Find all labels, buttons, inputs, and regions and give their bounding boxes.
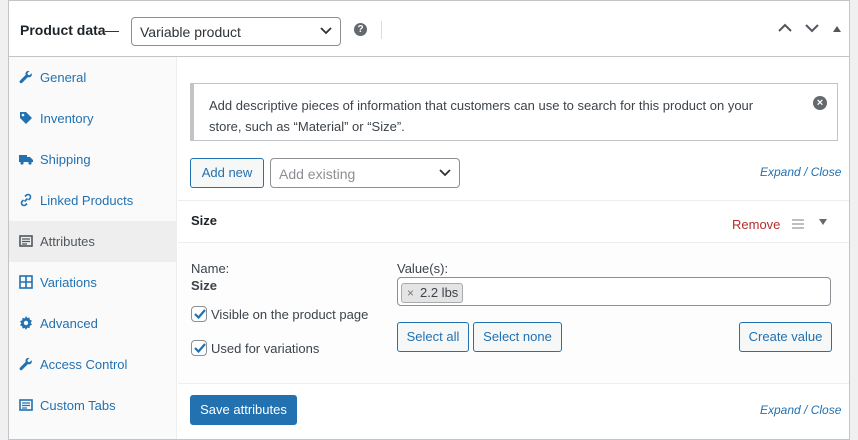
used-for-variations-label: Used for variations [211, 341, 320, 356]
remove-attribute-link[interactable]: Remove [732, 217, 780, 232]
move-down-icon[interactable] [805, 23, 819, 33]
gear-icon [20, 316, 32, 330]
select-all-button[interactable]: Select all [397, 322, 469, 352]
value-chip-label: 2.2 lbs [420, 285, 459, 300]
header-divider [381, 21, 382, 39]
create-value-button[interactable]: Create value [739, 322, 832, 352]
product-type-value: Variable product [140, 24, 241, 40]
select-none-button[interactable]: Select none [473, 322, 562, 352]
tab-label: Variations [40, 275, 97, 290]
tab-inventory[interactable]: Inventory [9, 98, 177, 139]
list-icon [19, 399, 33, 411]
checkmark-icon [194, 343, 206, 354]
used-for-variations-checkbox[interactable] [191, 340, 207, 356]
values-input[interactable]: × 2.2 lbs [397, 277, 831, 306]
move-up-icon[interactable] [778, 23, 792, 33]
tab-label: Inventory [40, 111, 94, 126]
attribute-title: Size [191, 213, 218, 228]
tab-attributes[interactable]: Attributes [9, 221, 177, 262]
product-type-select[interactable]: Variable product [131, 17, 341, 46]
close-icon[interactable]: × [813, 96, 827, 110]
product-data-tabs: General Inventory Shipping Linked Produc… [9, 57, 177, 439]
tag-icon [20, 112, 32, 124]
notice-text: Add descriptive pieces of information th… [209, 98, 754, 134]
product-data-header: Product data — Variable product ? [9, 1, 849, 57]
expand-close-link[interactable]: Expand / Close [760, 403, 841, 417]
tab-label: Custom Tabs [40, 398, 116, 413]
attributes-panel: Add descriptive pieces of information th… [178, 57, 849, 439]
value-chip: × 2.2 lbs [401, 283, 464, 303]
tab-label: Attributes [40, 234, 95, 249]
title-dash: — [105, 22, 119, 38]
link-icon [20, 193, 32, 207]
truck-icon [19, 155, 33, 165]
name-label: Name: [191, 261, 230, 276]
save-attributes-button[interactable]: Save attributes [190, 395, 297, 425]
tab-custom-tabs[interactable]: Custom Tabs [9, 385, 177, 426]
tab-variations[interactable]: Variations [9, 262, 177, 303]
visible-checkbox[interactable] [191, 306, 207, 322]
collapse-toggle-icon[interactable] [833, 26, 841, 32]
tab-label: Access Control [40, 357, 128, 372]
drag-handle-icon[interactable] [792, 219, 804, 229]
values-label: Value(s): [397, 261, 449, 276]
wrench-icon [19, 70, 32, 84]
attribute-name-value: Size [191, 278, 218, 293]
tab-label: Shipping [40, 152, 91, 167]
grid-icon [19, 275, 33, 289]
add-existing-select[interactable]: Add existing [270, 158, 460, 188]
add-existing-placeholder: Add existing [279, 166, 356, 182]
expand-close-link[interactable]: Expand / Close [760, 165, 841, 179]
tab-label: General [40, 70, 87, 85]
chevron-down-icon [320, 27, 332, 35]
tab-advanced[interactable]: Advanced [9, 303, 177, 344]
help-icon[interactable]: ? [354, 23, 367, 36]
checkmark-icon [194, 309, 206, 320]
remove-value-icon[interactable]: × [407, 284, 414, 302]
attribute-header[interactable]: Size Remove [178, 200, 849, 243]
tab-general[interactable]: General [9, 57, 177, 98]
tab-linked-products[interactable]: Linked Products [9, 180, 177, 221]
tab-shipping[interactable]: Shipping [9, 139, 177, 180]
info-notice: Add descriptive pieces of information th… [190, 83, 838, 141]
tab-label: Advanced [40, 316, 98, 331]
wrench-icon [19, 357, 32, 371]
list-icon [19, 235, 33, 247]
panel-title: Product data [20, 22, 106, 38]
visible-label: Visible on the product page [211, 307, 369, 322]
product-data-panel: Product data — Variable product ? Genera… [8, 0, 850, 440]
tab-access-control[interactable]: Access Control [9, 344, 177, 385]
tab-label: Linked Products [40, 193, 134, 208]
chevron-down-icon [439, 169, 451, 177]
collapse-attribute-icon[interactable] [819, 219, 827, 225]
add-new-button[interactable]: Add new [190, 158, 264, 188]
